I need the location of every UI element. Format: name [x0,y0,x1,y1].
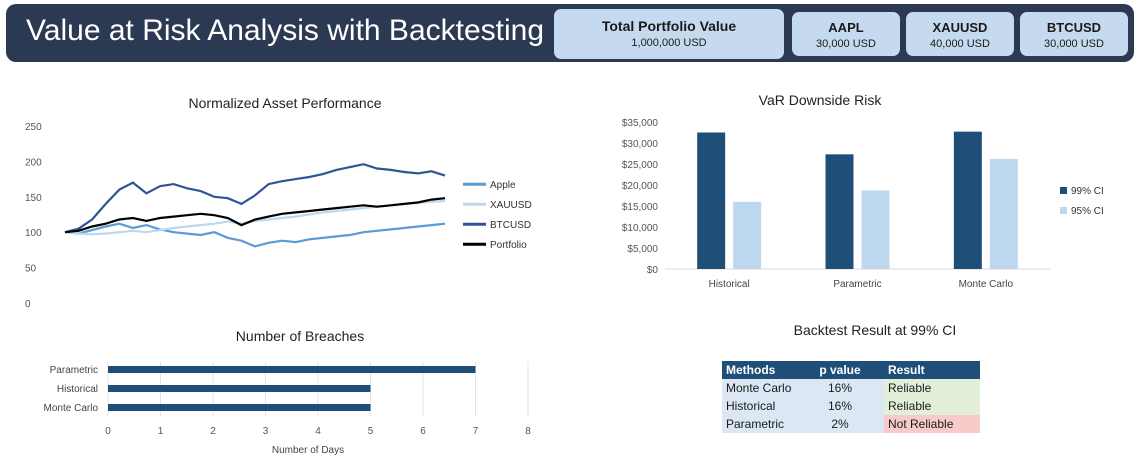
breach-bar [108,404,371,411]
asset-value: 30,000 USD [1044,38,1104,50]
x-tick-label: Historical [709,279,750,290]
y-tick-label: Parametric [50,365,98,376]
asset-value: 40,000 USD [930,38,990,50]
breach-chart: 0 1 2 3 4 5 6 7 8 Parametric Historical Monte Carlo… [44,362,531,456]
bar-99-ci [953,131,982,269]
asset-label: XAUUSD [932,20,988,35]
total-value-card: Total Portfolio Value 1,000,000 USD [554,9,784,59]
legend-label: XAUUSD [490,200,532,211]
y-tick-label: $0 [647,265,659,276]
series-line-portfolio [64,197,446,234]
backtest-table: Methods p value Result Monte Carlo 16% R… [722,361,980,433]
method-cell: Historical [722,397,796,415]
y-tick-label: $20,000 [622,181,659,192]
result-cell: Reliable [884,379,980,397]
line-chart-title: Normalized Asset Performance [188,95,382,111]
bar-95-ci [989,158,1018,269]
y-tick-label: 200 [25,157,42,168]
x-tick-label: 2 [210,426,216,437]
table-row: Parametric 2% Not Reliable [722,415,980,433]
x-tick-label: 3 [263,426,269,437]
asset-card-aapl: AAPL 30,000 USD [792,12,900,56]
total-value-label: Total Portfolio Value [601,18,737,34]
legend-label: 99% CI [1071,186,1104,197]
column-header: Methods [722,361,796,379]
y-tick-label: $5,000 [627,244,658,255]
legend-label: BTCUSD [490,220,531,231]
x-tick-label: 7 [473,426,479,437]
x-tick-label: Parametric [833,279,881,290]
bar-95-ci [733,201,762,269]
column-header: Result [884,361,980,379]
asset-card-xauusd: XAUUSD 40,000 USD [906,12,1014,56]
bar-99-ci [825,154,854,269]
y-tick-label: 0 [25,299,31,310]
header-bar: Value at Risk Analysis with Backtesting … [6,4,1134,62]
x-tick-label: 1 [158,426,164,437]
bar-99-ci [697,132,726,269]
breach-chart-title: Number of Breaches [235,328,365,344]
table-header-row: Methods p value Result [722,361,980,379]
y-tick-label: 100 [25,228,42,239]
y-tick-label: 250 [25,122,42,133]
legend-swatch [1060,207,1067,214]
total-value: 1,000,000 USD [631,37,707,49]
x-axis-title: Number of Days [272,445,344,456]
breach-bar [108,366,476,373]
y-tick-label: Monte Carlo [44,403,99,414]
series-line-apple [64,222,446,248]
p-value-cell: 16% [796,379,884,397]
y-tick-label: $15,000 [622,202,659,213]
y-tick-label: 50 [25,264,37,275]
asset-value: 30,000 USD [816,38,876,50]
x-tick-label: 6 [420,426,426,437]
table-row: Historical 16% Reliable [722,397,980,415]
y-tick-label: $30,000 [622,139,659,150]
y-tick-label: $35,000 [622,118,659,129]
x-tick-label: 8 [525,426,531,437]
x-tick-label: 5 [368,426,374,437]
result-cell: Not Reliable [884,415,980,433]
result-cell: Reliable [884,397,980,415]
table-row: Monte Carlo 16% Reliable [722,379,980,397]
asset-label: BTCUSD [1046,20,1102,35]
var-chart-title: VaR Downside Risk [758,92,882,108]
breach-bar [108,385,371,392]
p-value-cell: 16% [796,397,884,415]
legend-label: Portfolio [490,240,527,251]
legend-label: 95% CI [1071,206,1104,217]
y-tick-label: 150 [25,193,42,204]
method-cell: Parametric [722,415,796,433]
p-value-cell: 2% [796,415,884,433]
column-header: p value [796,361,884,379]
asset-label: AAPL [828,20,864,35]
y-tick-label: Historical [57,384,98,395]
backtest-title: Backtest Result at 99% CI [793,322,957,338]
method-cell: Monte Carlo [722,379,796,397]
bar-95-ci [861,190,890,269]
legend-label: Apple [490,180,516,191]
x-tick-label: 0 [105,426,111,437]
x-tick-label: 4 [315,426,321,437]
legend-swatch [1060,187,1067,194]
y-tick-label: $10,000 [622,223,659,234]
var-chart: $35,000 $30,000 $25,000 $20,000 $15,000 $10,0… [622,118,1104,290]
line-chart: 250 200 150 100 50 0 Apple XAUUSD BTCUSD Portfoli… [25,122,532,310]
y-tick-label: $25,000 [622,160,659,171]
asset-card-btcusd: BTCUSD 30,000 USD [1020,12,1128,56]
x-tick-label: Monte Carlo [959,279,1014,290]
page-title: Value at Risk Analysis with Backtesting [26,14,545,47]
